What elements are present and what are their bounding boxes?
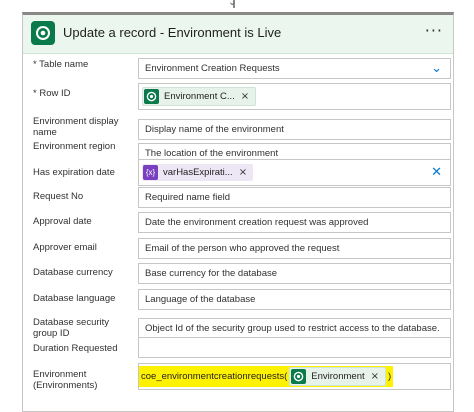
expression-suffix: ) — [388, 371, 392, 382]
request-no-label: Request No — [33, 191, 84, 202]
connector-arrow-icon: ⌄ — [228, 0, 237, 8]
clear-icon[interactable]: ✕ — [431, 165, 442, 180]
database-language-placeholder: Language of the database — [145, 294, 256, 305]
remove-token-icon[interactable]: × — [239, 167, 247, 178]
request-no-placeholder: Required name field — [145, 192, 231, 203]
ellipsis-icon[interactable]: ··· — [425, 21, 443, 40]
variable-icon: {x} — [143, 165, 158, 180]
env-display-name-placeholder: Display name of the environment — [145, 124, 284, 135]
env-region-label: Environment region — [33, 141, 116, 152]
chevron-down-icon[interactable]: ⌄ — [431, 61, 442, 76]
table-name-dropdown[interactable]: Environment Creation Requests ⌄ — [138, 58, 451, 79]
has-expiration-token-label: varHasExpirati... — [163, 167, 233, 178]
approver-email-placeholder: Email of the person who approved the req… — [145, 243, 340, 254]
approval-date-input[interactable]: Date the environment creation request wa… — [138, 212, 451, 233]
dataverse-icon — [31, 21, 55, 45]
request-no-input[interactable]: Required name field — [138, 187, 451, 208]
approval-date-placeholder: Date the environment creation request wa… — [145, 217, 369, 228]
security-group-input[interactable]: Object Id of the security group used to … — [138, 318, 451, 339]
has-expiration-label: Has expiration date — [33, 167, 115, 178]
environment-token[interactable]: Environment × — [289, 367, 387, 386]
database-currency-label: Database currency — [33, 267, 113, 278]
expression-highlight: coe_environmentcreationrequests( Environ… — [139, 366, 394, 387]
database-currency-placeholder: Base currency for the database — [145, 268, 278, 279]
action-title: Update a record - Environment is Live — [63, 25, 282, 40]
update-record-action-card: Update a record - Environment is Live ··… — [22, 12, 454, 412]
environment-expression-field[interactable]: coe_environmentcreationrequests( Environ… — [138, 363, 451, 390]
table-name-value: Environment Creation Requests — [145, 63, 280, 74]
approver-email-input[interactable]: Email of the person who approved the req… — [138, 238, 451, 259]
database-currency-input[interactable]: Base currency for the database — [138, 263, 451, 284]
dataverse-token-icon — [144, 89, 159, 104]
action-header[interactable]: Update a record - Environment is Live ··… — [23, 15, 453, 54]
database-language-input[interactable]: Language of the database — [138, 289, 451, 310]
dataverse-token-icon — [291, 369, 307, 384]
has-expiration-field[interactable]: {x} varHasExpirati... × ✕ — [138, 159, 451, 186]
row-id-label: * Row ID — [33, 88, 71, 99]
expression-prefix: coe_environmentcreationrequests( — [141, 371, 288, 382]
row-id-token-label: Environment C... — [164, 91, 235, 102]
approver-email-label: Approver email — [33, 242, 97, 253]
duration-label: Duration Requested — [33, 343, 118, 354]
security-group-placeholder: Object Id of the security group used to … — [145, 323, 440, 334]
security-group-label: Database security group ID — [33, 317, 110, 339]
duration-input[interactable] — [138, 337, 451, 358]
has-expiration-token[interactable]: {x} varHasExpirati... × — [142, 164, 254, 181]
environment-label: Environment (Environments) — [33, 369, 98, 391]
remove-token-icon[interactable]: × — [241, 91, 249, 102]
env-display-name-input[interactable]: Display name of the environment — [138, 119, 451, 140]
row-id-field[interactable]: Environment C... × — [138, 83, 451, 110]
environment-token-label: Environment — [311, 371, 365, 382]
database-language-label: Database language — [33, 293, 116, 304]
row-id-token[interactable]: Environment C... × — [142, 87, 257, 106]
table-name-label: * Table name — [33, 59, 89, 70]
env-region-placeholder: The location of the environment — [145, 148, 279, 159]
env-display-name-label: Environment display name — [33, 116, 119, 138]
remove-token-icon[interactable]: × — [371, 371, 379, 382]
approval-date-label: Approval date — [33, 216, 92, 227]
